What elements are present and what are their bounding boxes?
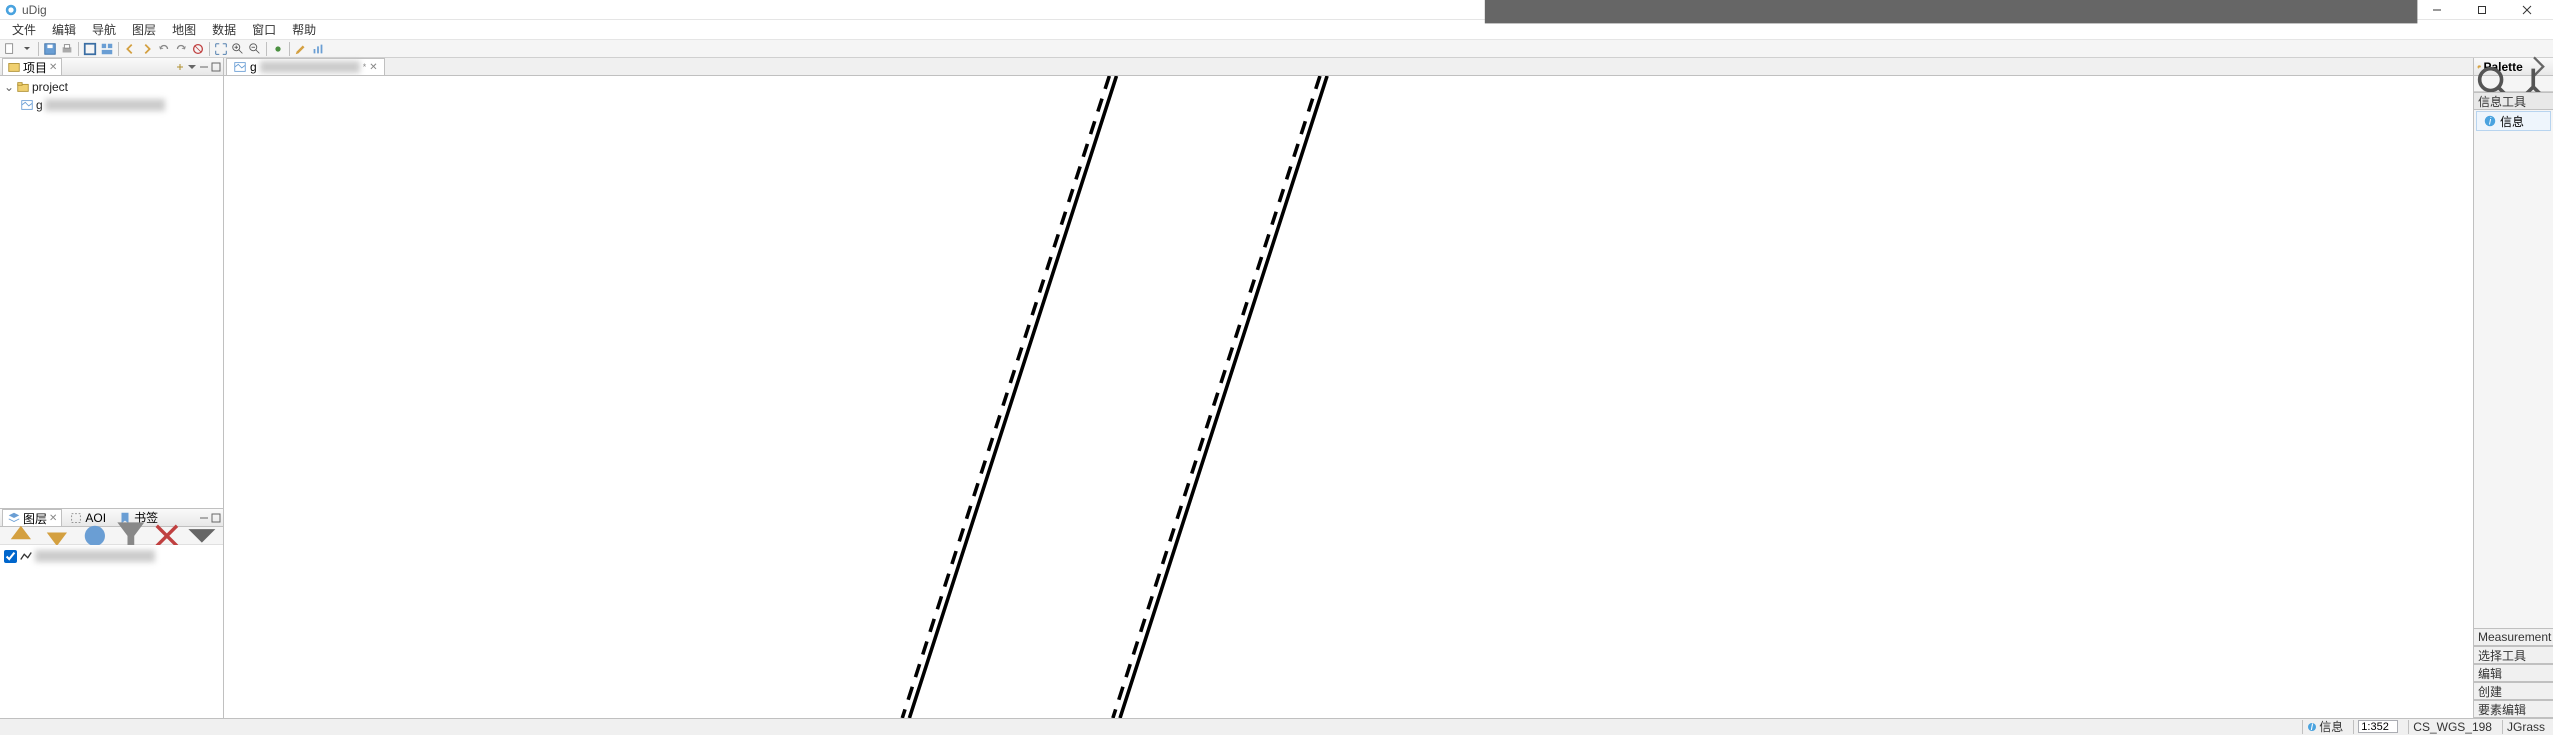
info-icon: i — [2483, 114, 2497, 128]
stop-icon[interactable] — [190, 41, 206, 57]
status-crs[interactable]: CS_WGS_198 — [2408, 720, 2496, 734]
print-icon[interactable] — [59, 41, 75, 57]
zoom-in-icon[interactable] — [230, 41, 246, 57]
palette-group-create[interactable]: 创建 — [2474, 682, 2553, 700]
status-scale — [2353, 720, 2402, 734]
project-icon — [7, 60, 21, 74]
project-tab-label: 项目 — [23, 59, 47, 76]
svg-text:i: i — [2311, 722, 2314, 732]
view-menu-icon[interactable] — [187, 62, 197, 72]
palette-group-edit[interactable]: 编辑 — [2474, 664, 2553, 682]
menu-window[interactable]: 窗口 — [244, 19, 284, 40]
tree-row-child[interactable]: g — [2, 96, 221, 114]
project-panel-header: 项目 ✕ — [0, 58, 223, 76]
tab-close-icon[interactable]: ✕ — [49, 62, 57, 73]
edit-icon[interactable] — [293, 41, 309, 57]
menu-edit[interactable]: 编辑 — [44, 19, 84, 40]
minimize-view-icon[interactable] — [389, 0, 1425, 75]
layers-toolbar — [0, 527, 223, 545]
tree-root-label: project — [32, 80, 68, 94]
fullscreen-icon[interactable] — [82, 41, 98, 57]
scale-input[interactable] — [2358, 720, 2398, 733]
editor-tab-label: g — [250, 60, 257, 74]
redo-icon[interactable] — [173, 41, 189, 57]
link-icon[interactable] — [175, 62, 185, 72]
save-icon[interactable] — [42, 41, 58, 57]
info-icon: i — [2307, 722, 2317, 732]
forward-icon[interactable] — [139, 41, 155, 57]
project-tab[interactable]: 项目 ✕ — [2, 58, 62, 75]
palette-group-measurement[interactable]: Measurement — [2474, 628, 2553, 646]
layers-panel: 图层 ✕ AOI 书签 — [0, 508, 223, 718]
menu-help[interactable]: 帮助 — [284, 19, 324, 40]
maximize-view-icon[interactable] — [211, 62, 221, 72]
status-info[interactable]: i 信息 — [2302, 720, 2347, 734]
perspective-icon[interactable] — [99, 41, 115, 57]
status-bar: i 信息 CS_WGS_198 JGrass — [0, 718, 2553, 734]
workspace: 项目 ✕ ⌄ project g — [0, 58, 2553, 718]
maximize-view-icon[interactable] — [1433, 0, 2469, 75]
expand-icon[interactable]: ⌄ — [4, 80, 14, 94]
layer-visibility-checkbox[interactable] — [4, 550, 17, 563]
chart-icon[interactable] — [310, 41, 326, 57]
undo-icon[interactable] — [156, 41, 172, 57]
tab-close-icon[interactable]: ✕ — [369, 62, 377, 73]
palette-toolbar — [2474, 76, 2553, 92]
palette-group-info[interactable]: 信息工具 — [2474, 92, 2553, 110]
palette-panel: Palette 信息工具 i 信息 Measurement 选择工具 编辑 创建… — [2473, 58, 2553, 718]
palette-group-select[interactable]: 选择工具 — [2474, 646, 2553, 664]
menu-map[interactable]: 地图 — [164, 19, 204, 40]
zoom-extent-icon[interactable] — [213, 41, 229, 57]
commit-icon[interactable] — [270, 41, 286, 57]
blurred-text — [260, 61, 360, 73]
status-jgrass[interactable]: JGrass — [2502, 720, 2549, 734]
folder-icon — [16, 80, 30, 94]
menu-layer[interactable]: 图层 — [124, 19, 164, 40]
center-column: g * ✕ — [224, 58, 2473, 718]
blurred-text — [35, 550, 155, 562]
palette-group-feature-edit[interactable]: 要素编辑 — [2474, 700, 2553, 718]
back-icon[interactable] — [122, 41, 138, 57]
tree-child-label: g — [36, 98, 43, 112]
dirty-marker: * — [363, 62, 367, 72]
app-logo-icon — [4, 3, 18, 17]
tree-row-root[interactable]: ⌄ project — [2, 78, 221, 96]
editor-tabs: g * ✕ — [224, 58, 2473, 76]
line-layer-icon — [19, 549, 33, 563]
map-canvas[interactable] — [224, 76, 2473, 718]
blurred-text — [45, 99, 165, 111]
project-tree: ⌄ project g — [0, 76, 223, 508]
new-dropdown-icon[interactable] — [19, 41, 35, 57]
palette-item-info[interactable]: i 信息 — [2476, 111, 2551, 131]
minimize-view-icon[interactable] — [199, 62, 209, 72]
editor-tab[interactable]: g * ✕ — [226, 58, 385, 75]
window-title: uDig — [22, 3, 47, 17]
menu-data[interactable]: 数据 — [204, 19, 244, 40]
layer-row[interactable] — [2, 547, 221, 565]
map-icon — [233, 60, 247, 74]
map-icon — [20, 98, 34, 112]
menu-file[interactable]: 文件 — [4, 19, 44, 40]
close-button[interactable] — [2504, 1, 2549, 19]
layers-list — [0, 545, 223, 718]
left-column: 项目 ✕ ⌄ project g — [0, 58, 224, 718]
menu-navigate[interactable]: 导航 — [84, 19, 124, 40]
new-icon[interactable] — [2, 41, 18, 57]
zoom-out-icon[interactable] — [247, 41, 263, 57]
